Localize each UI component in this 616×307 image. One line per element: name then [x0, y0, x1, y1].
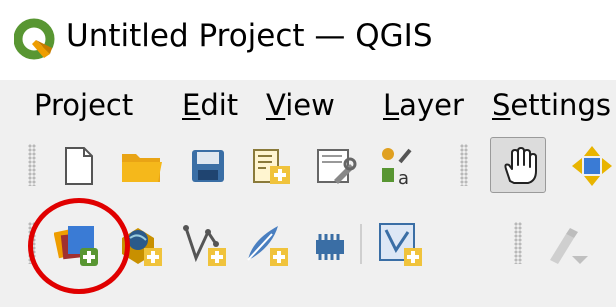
digitize-icon[interactable] — [544, 222, 592, 270]
menu-view[interactable]: View — [266, 80, 335, 130]
menu-bar: Project Edit View Layer Settings — [0, 80, 616, 132]
layout-manager-icon[interactable] — [312, 142, 360, 190]
new-virtual-layer-icon[interactable] — [306, 220, 354, 268]
menu-project[interactable]: Project — [34, 80, 133, 130]
toolbar-grip[interactable] — [514, 222, 522, 264]
project-toolbar: a — [0, 132, 616, 202]
toolbar-separator — [360, 224, 362, 264]
window-titlebar: Untitled Project — QGIS — [0, 0, 616, 80]
new-geopackage-layer-icon[interactable] — [116, 220, 164, 268]
window-title: Untitled Project — QGIS — [66, 18, 433, 54]
new-spatialite-layer-icon[interactable] — [242, 220, 290, 268]
open-project-icon[interactable] — [118, 142, 166, 190]
svg-text:a: a — [398, 168, 409, 189]
pan-to-selection-icon[interactable] — [568, 142, 616, 190]
data-source-toolbar — [0, 210, 616, 280]
new-shapefile-layer-icon[interactable] — [180, 220, 228, 268]
toolbar-grip[interactable] — [460, 144, 468, 186]
new-project-icon[interactable] — [54, 142, 102, 190]
data-source-manager-icon[interactable] — [54, 220, 102, 268]
qgis-logo-icon — [13, 18, 56, 62]
menu-settings[interactable]: Settings — [492, 80, 611, 130]
toolbar-grip[interactable] — [28, 144, 36, 186]
menu-layer[interactable]: Layer — [383, 80, 464, 130]
pan-map-icon[interactable] — [494, 141, 542, 189]
toolbar-grip[interactable] — [28, 222, 36, 264]
new-print-layout-icon[interactable] — [248, 142, 296, 190]
save-project-icon[interactable] — [184, 142, 232, 190]
style-manager-icon[interactable]: a — [374, 142, 422, 190]
menu-edit[interactable]: Edit — [182, 80, 238, 130]
new-temporary-scratch-layer-icon[interactable] — [376, 220, 424, 268]
